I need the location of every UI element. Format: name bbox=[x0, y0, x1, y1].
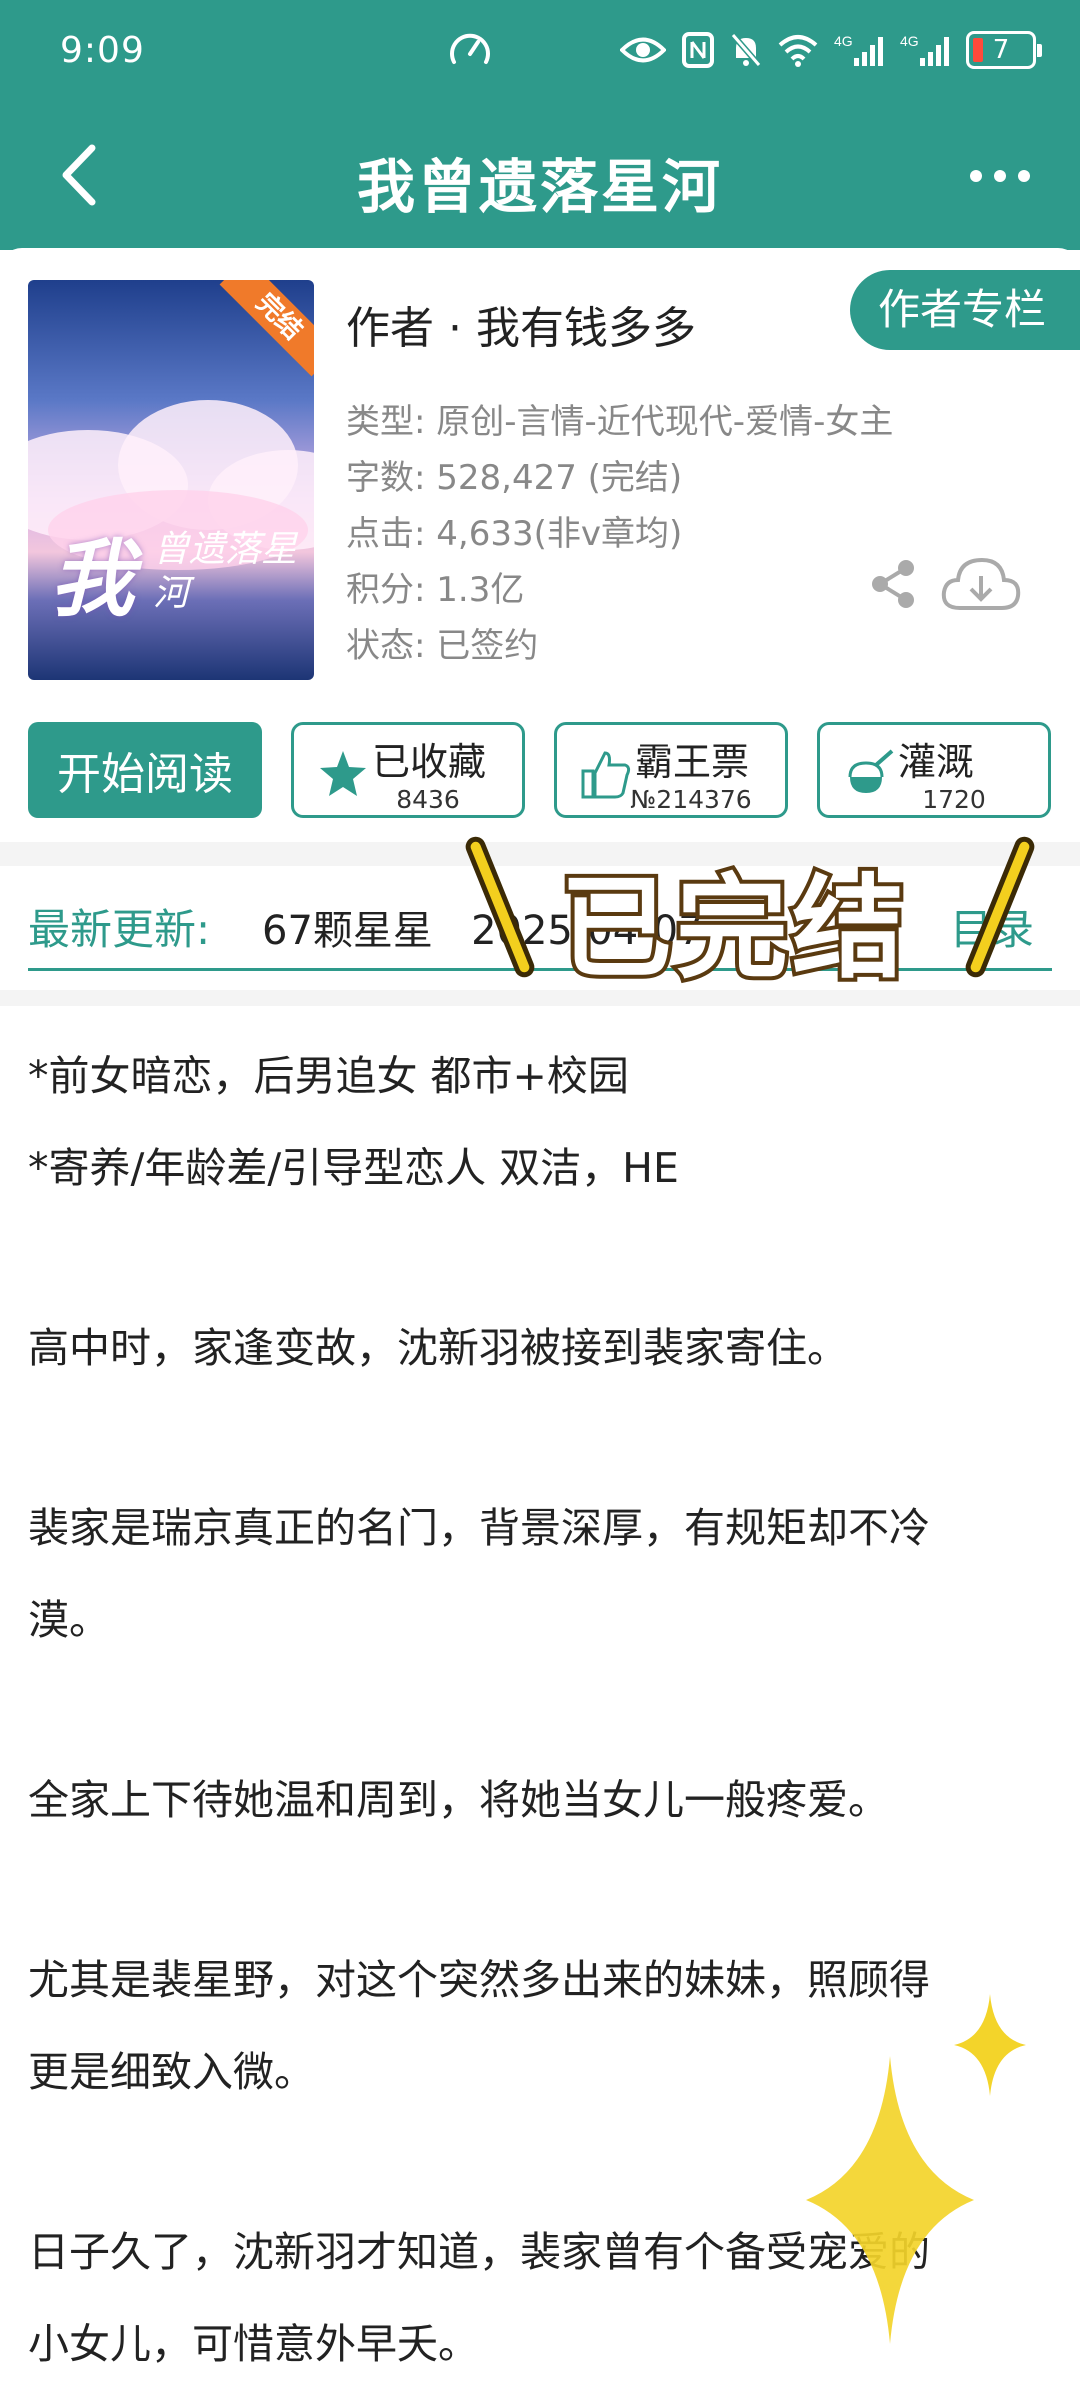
navigation-bar: 我曾遗落星河 bbox=[0, 120, 1080, 230]
description-line: 全家上下待她温和周到，将她当女儿一般疼爱。 bbox=[28, 1776, 889, 1824]
author-column-button[interactable]: 作者专栏 bbox=[850, 270, 1080, 350]
completed-sticker-text: 已完结 bbox=[556, 860, 908, 998]
description-gap bbox=[28, 1394, 1052, 1482]
signal-icon-2: 4G bbox=[900, 33, 949, 66]
collect-count: 8436 bbox=[396, 785, 460, 814]
battery-icon: 7 bbox=[966, 31, 1042, 69]
mute-bell-icon bbox=[730, 33, 762, 67]
collect-label: 已收藏 bbox=[372, 740, 487, 784]
cover-title-small: 曾遗落星河 bbox=[153, 529, 298, 614]
cloud-download-icon[interactable] bbox=[940, 554, 1022, 616]
cover-title-big: 我 bbox=[50, 529, 135, 628]
description-line: *前女暗恋，后男追女 都市+校园 bbox=[28, 1052, 629, 1100]
wifi-icon bbox=[778, 35, 818, 67]
completed-stamp: 完结 bbox=[219, 280, 314, 377]
status-bar: 9:09 4G 4G 7 bbox=[0, 0, 1080, 100]
book-type: 类型: 原创-言情-近代现代-爱情-女主 bbox=[346, 402, 894, 442]
description-line: *寄养/年龄差/引导型恋人 双洁，HE bbox=[28, 1144, 679, 1192]
water-count: 1720 bbox=[922, 785, 986, 814]
book-cover[interactable]: 完结 我 曾遗落星河 bbox=[28, 280, 314, 680]
water-label: 灌溉 bbox=[898, 740, 975, 784]
description-line: 尤其是裴星野，对这个突然多出来的妹妹，照顾得 bbox=[28, 1956, 930, 2004]
sparkle-large-icon bbox=[806, 2056, 974, 2344]
collect-button[interactable]: 已收藏 8436 bbox=[291, 722, 525, 818]
page-title: 我曾遗落星河 bbox=[356, 153, 723, 221]
description-line: 漠。 bbox=[28, 1596, 110, 1644]
completed-sticker: 已完结 bbox=[450, 833, 1050, 998]
eye-icon bbox=[620, 37, 666, 63]
svg-text:4G: 4G bbox=[900, 33, 919, 49]
vote-button[interactable]: 霸王票 №214376 bbox=[554, 722, 788, 818]
word-count: 字数: 528,427 (完结) bbox=[346, 458, 683, 498]
status-time: 9:09 bbox=[60, 30, 145, 71]
vote-label: 霸王票 bbox=[635, 740, 750, 784]
svg-text:4G: 4G bbox=[834, 33, 853, 49]
vote-count: №214376 bbox=[630, 785, 752, 814]
battery-level: 7 bbox=[992, 35, 1010, 65]
more-options-icon[interactable] bbox=[970, 156, 1030, 196]
score: 积分: 1.3亿 bbox=[346, 570, 525, 610]
nfc-icon bbox=[682, 32, 714, 68]
start-reading-button[interactable]: 开始阅读 bbox=[28, 722, 262, 818]
author-name[interactable]: 作者 · 我有钱多多 bbox=[346, 292, 696, 356]
water-button[interactable]: 灌溉 1720 bbox=[817, 722, 1051, 818]
latest-chapter-title: 67颗星星 bbox=[262, 908, 433, 954]
description-gap bbox=[28, 1846, 1052, 1934]
section-divider-2 bbox=[0, 990, 1080, 1006]
share-icon[interactable] bbox=[866, 556, 922, 612]
description-line: 裴家是瑞京真正的名门，背景深厚，有规矩却不冷 bbox=[28, 1504, 930, 1552]
description-line: 高中时，家逢变故，沈新羽被接到裴家寄住。 bbox=[28, 1324, 848, 1372]
sign-status: 状态: 已签约 bbox=[346, 626, 539, 666]
signal-icon-1: 4G bbox=[834, 33, 883, 66]
status-icons: 4G 4G 7 bbox=[620, 28, 1042, 72]
speedometer-icon bbox=[450, 33, 490, 64]
description-gap bbox=[28, 1666, 1052, 1754]
description-gap bbox=[28, 1214, 1052, 1302]
click-count: 点击: 4,633(非v章均) bbox=[346, 514, 683, 554]
latest-update-label: 最新更新: bbox=[28, 905, 211, 954]
